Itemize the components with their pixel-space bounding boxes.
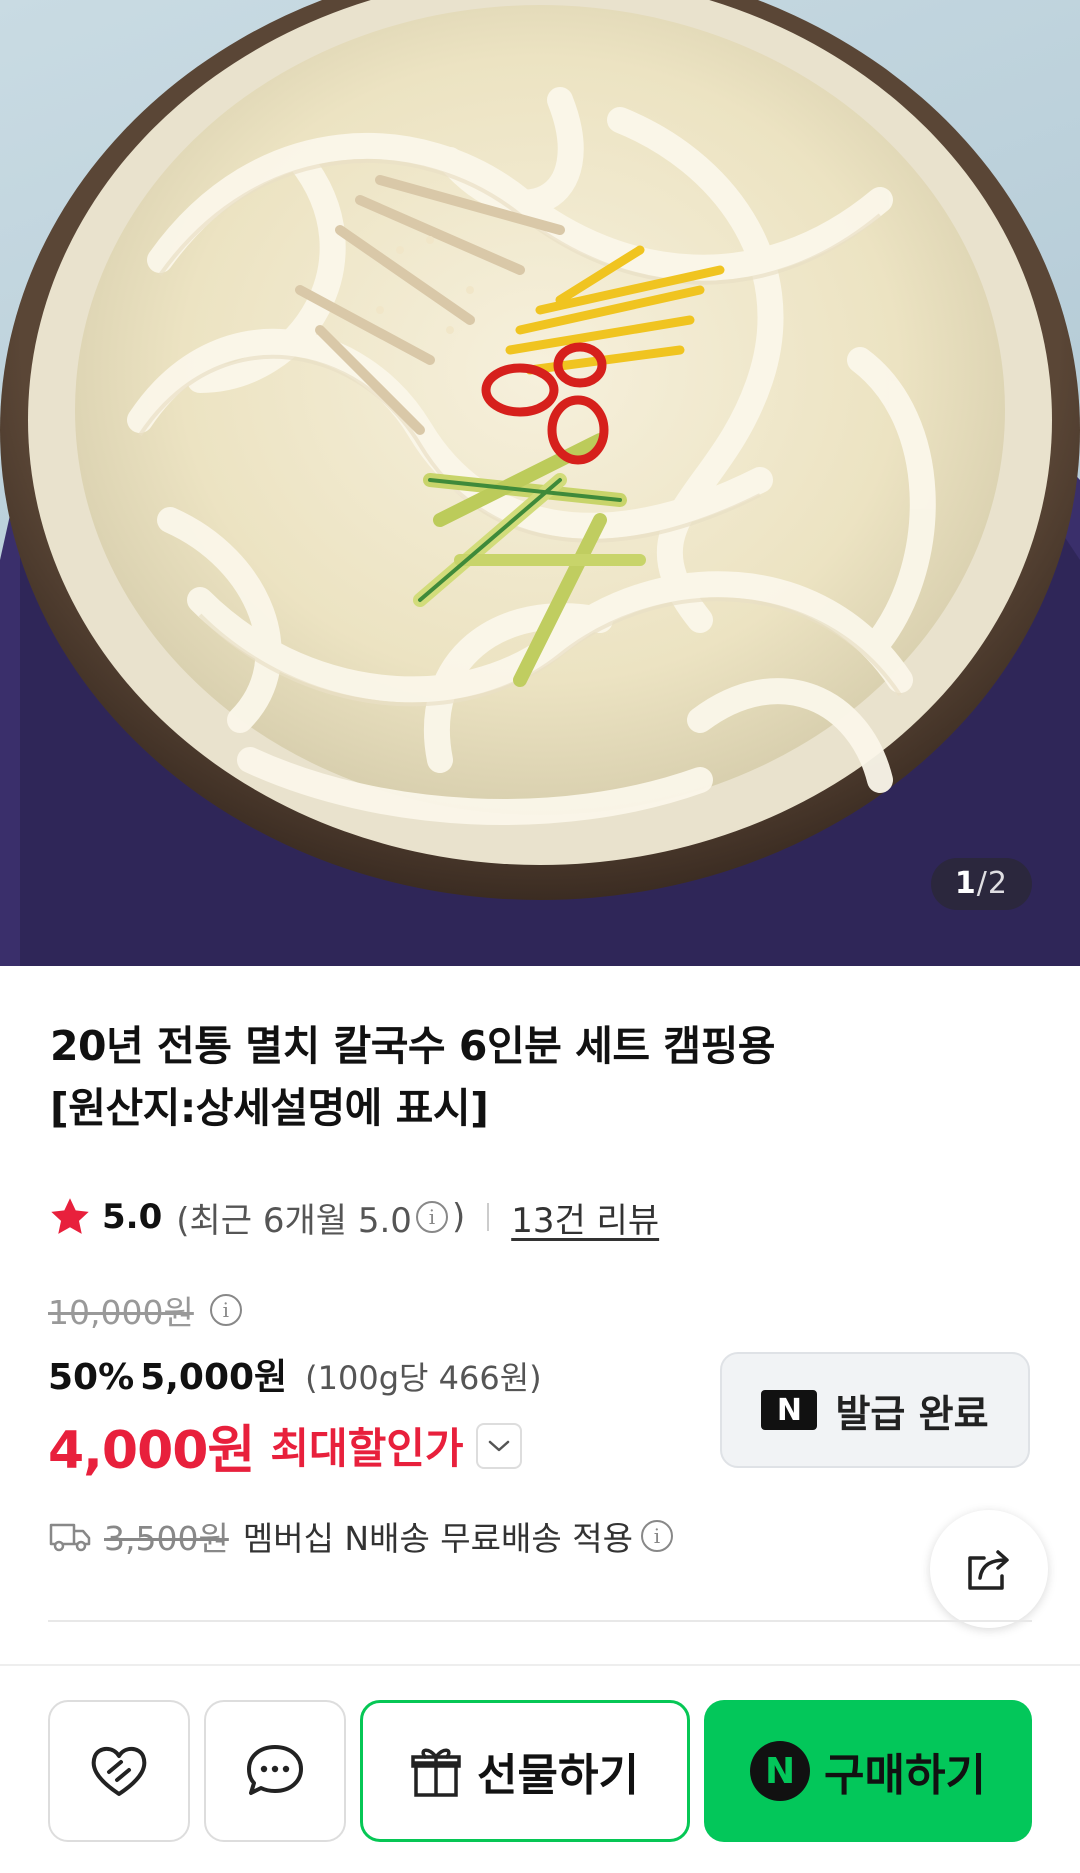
talk-button[interactable]	[204, 1700, 346, 1842]
product-title-line1: 20년 전통 멸치 칼국수 6인분 세트 캠핑용	[50, 1022, 776, 1070]
rating-score: 5.0	[102, 1197, 163, 1237]
image-counter-total: 2	[987, 866, 1008, 901]
truck-icon	[49, 1523, 91, 1552]
sale-price: 5,000원	[140, 1357, 288, 1398]
gift-label: 선물하기	[477, 1750, 639, 1801]
shipping-info-icon[interactable]: i	[640, 1520, 673, 1552]
product-title: 20년 전통 멸치 칼국수 6인분 세트 캠핑용 [원산지:상세설명에 표시]	[50, 1015, 950, 1139]
naver-n-icon: N	[761, 1390, 818, 1430]
gift-icon	[411, 1748, 461, 1797]
shipping-fee: 3,500원	[104, 1519, 229, 1558]
rating-recent-label: (최근 6개월 5.0	[176, 1200, 412, 1241]
image-counter: 1/2	[930, 858, 1032, 910]
rating-row: 5.0 (최근 6개월 5.0 i ) 13건 리뷰	[48, 1192, 659, 1242]
section-divider	[48, 1620, 1032, 1622]
price-info-icon[interactable]: i	[209, 1294, 242, 1326]
rating-recent: (최근 6개월 5.0 i )	[176, 1193, 465, 1242]
product-title-line2: [원산지:상세설명에 표시]	[50, 1084, 489, 1132]
divider	[487, 1203, 490, 1231]
chat-bubble-icon	[247, 1745, 303, 1795]
max-discount-label: 최대할인가	[270, 1424, 464, 1473]
info-icon[interactable]: i	[415, 1201, 448, 1233]
image-counter-current: 1	[954, 866, 977, 901]
rating-recent-close: )	[451, 1197, 466, 1237]
naver-pay-icon: N	[750, 1741, 811, 1801]
bottom-bar-border	[0, 1664, 1080, 1666]
image-counter-separator: /	[976, 866, 988, 901]
original-price: 10,000원	[48, 1293, 194, 1332]
sale-price-row: 50% 5,000원 (100g당 466원)	[48, 1348, 542, 1400]
max-discount-row: 4,000원 최대할인가	[48, 1408, 522, 1483]
heart-icon	[91, 1746, 147, 1796]
shipping-text: 멤버십 N배송 무료배송 적용	[242, 1519, 633, 1558]
max-discount-price: 4,000원	[48, 1421, 255, 1481]
review-count-link[interactable]: 13건 리뷰	[511, 1193, 659, 1242]
buy-label: 구매하기	[824, 1750, 986, 1801]
unit-price: (100g당 466원)	[305, 1359, 542, 1397]
max-discount-toggle[interactable]	[475, 1422, 522, 1469]
buy-button[interactable]: N 구매하기	[704, 1700, 1032, 1842]
noodle-bowl-photo	[0, 0, 1080, 966]
star-icon	[51, 1198, 89, 1234]
share-icon	[968, 1550, 1009, 1590]
discount-percent: 50%	[48, 1357, 135, 1398]
wishlist-button[interactable]	[48, 1700, 190, 1842]
gift-button[interactable]: 선물하기	[360, 1700, 690, 1842]
shipping-row: 3,500원 멤버십 N배송 무료배송 적용 i	[48, 1512, 677, 1560]
original-price-row: 10,000원 i	[48, 1286, 246, 1334]
coupon-issued-button[interactable]: N 발급 완료	[720, 1352, 1030, 1468]
share-button[interactable]	[930, 1510, 1048, 1628]
product-image[interactable]: 1/2	[0, 0, 1080, 966]
chevron-down-icon	[488, 1440, 509, 1451]
coupon-label: 발급 완료	[835, 1391, 989, 1436]
